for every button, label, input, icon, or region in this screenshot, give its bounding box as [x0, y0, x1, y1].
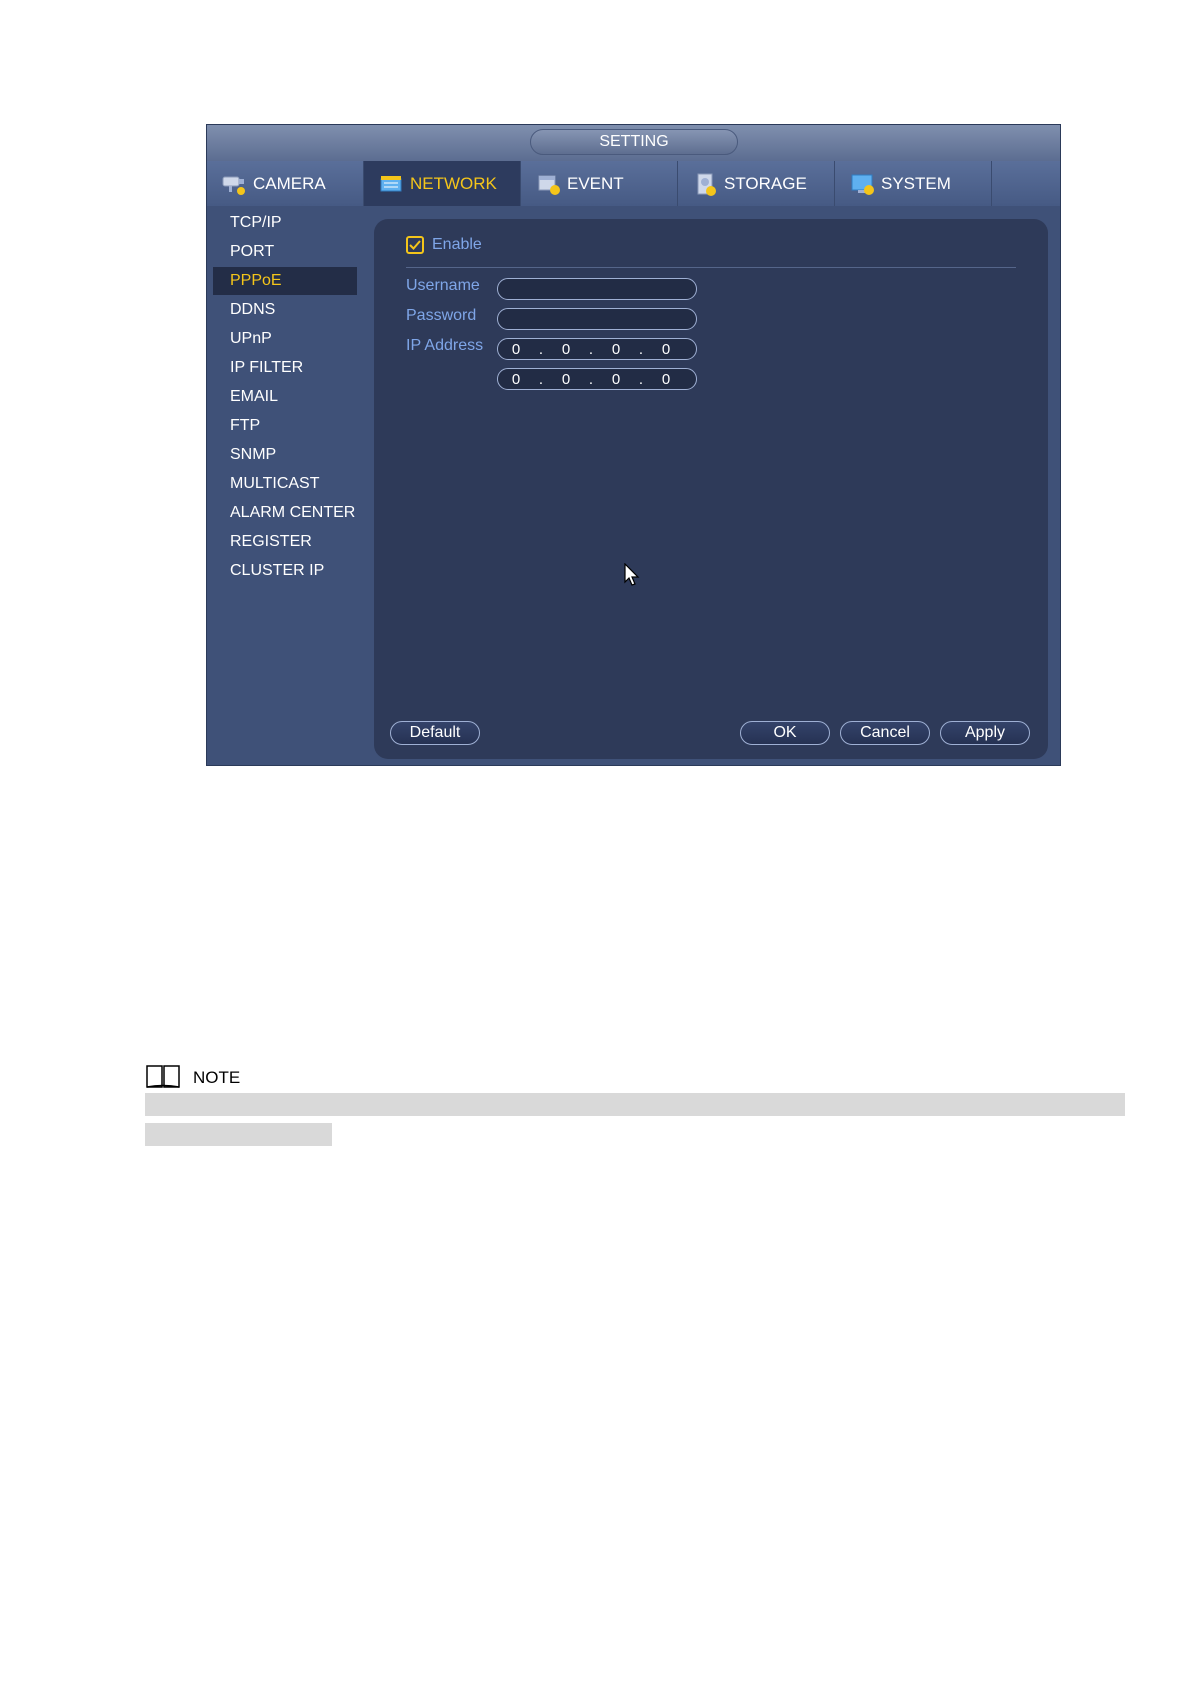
- sidebar: TCP/IP PORT PPPoE DDNS UPnP IP FILTER EM…: [207, 206, 362, 766]
- sidebar-item-ftp[interactable]: FTP: [213, 412, 357, 440]
- camera-icon: [221, 171, 249, 197]
- sidebar-item-ddns[interactable]: DDNS: [213, 296, 357, 324]
- ip-octet-4[interactable]: 0: [648, 371, 684, 388]
- tab-system[interactable]: SYSTEM: [835, 161, 992, 206]
- password-input[interactable]: [497, 308, 697, 330]
- main-tab-bar: CAMERA NETWORK EVENT STORAGE SYSTEM: [207, 161, 1060, 206]
- tab-event-label: EVENT: [567, 173, 624, 193]
- ip-address-input[interactable]: 0 . 0 . 0 . 0: [497, 338, 697, 360]
- ip-address-input-2[interactable]: 0 . 0 . 0 . 0: [497, 368, 697, 390]
- sidebar-item-multicast[interactable]: MULTICAST: [213, 470, 357, 498]
- sidebar-item-port[interactable]: PORT: [213, 238, 357, 266]
- divider: [406, 267, 1016, 268]
- ip-address-label: IP Address: [406, 337, 484, 354]
- ip-dot: .: [638, 370, 644, 388]
- checkmark-icon: [409, 240, 421, 250]
- tab-storage[interactable]: STORAGE: [678, 161, 835, 206]
- sidebar-item-tcpip[interactable]: TCP/IP: [213, 209, 357, 237]
- username-input[interactable]: [497, 278, 697, 300]
- apply-button[interactable]: Apply: [940, 721, 1030, 745]
- book-icon: [146, 1065, 180, 1088]
- ip-octet-3[interactable]: 0: [598, 341, 634, 358]
- note-heading: NOTE: [145, 1060, 240, 1090]
- setting-window: SETTING CAMERA NETWORK EVENT STORAGE SYS…: [206, 124, 1061, 766]
- sidebar-item-snmp[interactable]: SNMP: [213, 441, 357, 469]
- sidebar-item-cluster-ip[interactable]: CLUSTER IP: [213, 557, 357, 585]
- ip-octet-1[interactable]: 0: [498, 371, 534, 388]
- pppoe-settings-panel: Enable Username Password IP Address 0 . …: [374, 219, 1048, 759]
- sidebar-item-email[interactable]: EMAIL: [213, 383, 357, 411]
- ip-octet-3[interactable]: 0: [598, 371, 634, 388]
- tab-event[interactable]: EVENT: [521, 161, 678, 206]
- tab-network-label: NETWORK: [410, 173, 497, 193]
- ip-dot: .: [588, 340, 594, 358]
- system-icon: [849, 171, 877, 197]
- tab-system-label: SYSTEM: [881, 173, 951, 193]
- ip-dot: .: [638, 340, 644, 358]
- tab-camera-label: CAMERA: [253, 173, 326, 193]
- ip-octet-1[interactable]: 0: [498, 341, 534, 358]
- ip-dot: .: [538, 370, 544, 388]
- tab-storage-label: STORAGE: [724, 173, 807, 193]
- ip-octet-2[interactable]: 0: [548, 341, 584, 358]
- mouse-pointer-icon: [624, 563, 640, 586]
- ip-dot: .: [538, 340, 544, 358]
- sidebar-item-alarm-center[interactable]: ALARM CENTER: [213, 499, 357, 527]
- ip-octet-4[interactable]: 0: [648, 341, 684, 358]
- tab-camera[interactable]: CAMERA: [207, 161, 364, 206]
- ok-button[interactable]: OK: [740, 721, 830, 745]
- default-button[interactable]: Default: [390, 721, 480, 745]
- network-icon: [378, 171, 406, 197]
- tab-network[interactable]: NETWORK: [364, 161, 521, 206]
- ip-octet-2[interactable]: 0: [548, 371, 584, 388]
- note-label: NOTE: [193, 1068, 241, 1087]
- note-text-placeholder: [145, 1123, 332, 1146]
- sidebar-item-upnp[interactable]: UPnP: [213, 325, 357, 353]
- enable-row[interactable]: Enable: [406, 233, 482, 257]
- enable-checkbox[interactable]: [406, 236, 424, 254]
- storage-icon: [692, 171, 720, 197]
- enable-label: Enable: [432, 236, 482, 253]
- password-label: Password: [406, 307, 477, 324]
- cancel-button[interactable]: Cancel: [840, 721, 930, 745]
- sidebar-item-pppoe[interactable]: PPPoE: [213, 267, 357, 295]
- sidebar-item-ip-filter[interactable]: IP FILTER: [213, 354, 357, 382]
- username-label: Username: [406, 277, 480, 294]
- note-text-placeholder: [145, 1093, 1125, 1116]
- window-title: SETTING: [530, 129, 738, 155]
- sidebar-item-register[interactable]: REGISTER: [213, 528, 357, 556]
- event-icon: [535, 171, 563, 197]
- title-bar: SETTING: [207, 125, 1060, 161]
- ip-dot: .: [588, 370, 594, 388]
